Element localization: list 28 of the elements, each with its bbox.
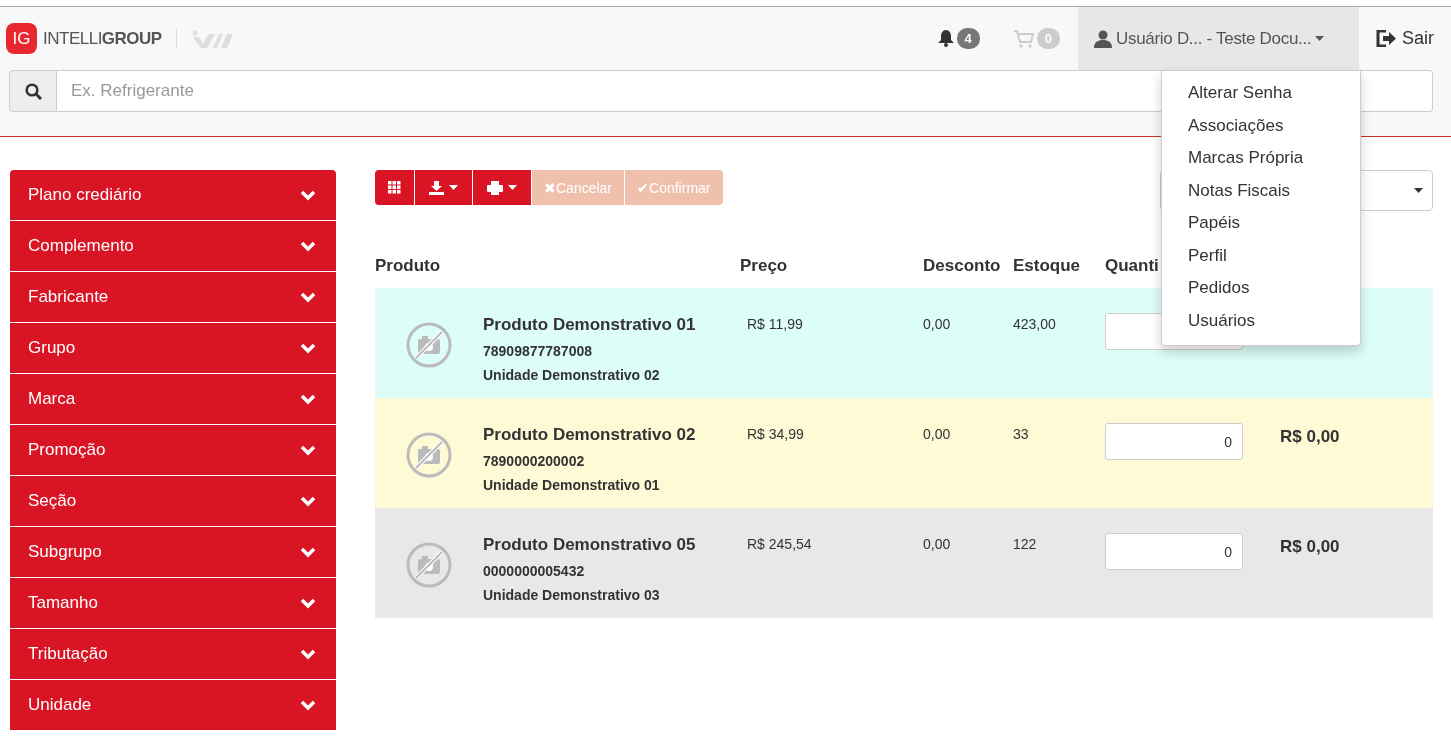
product-code: 0000000005432 — [483, 563, 586, 579]
product-code: 7890000200002 — [483, 453, 586, 469]
discount-cell: 0,00 — [923, 426, 951, 442]
product-unit: Unidade Demonstrativo 01 — [483, 477, 661, 493]
product-unit: Unidade Demonstrativo 02 — [483, 367, 661, 383]
product-name: Produto Demonstrativo 05 — [483, 535, 697, 555]
discount-cell: 0,00 — [923, 536, 951, 552]
total-cell: R$ 0,00 — [1280, 537, 1340, 556]
product-code: 78909877787008 — [483, 343, 593, 359]
price-cell: R$ 34,99 — [747, 426, 804, 442]
column-header: Produto — [375, 256, 442, 276]
product-name: Produto Demonstrativo 01 — [483, 315, 697, 335]
brand-name: INTELLIGROUP — [43, 28, 162, 49]
product-unit: Unidade Demonstrativo 03 — [483, 587, 661, 603]
column-header: Preço — [740, 256, 789, 276]
stock-cell: 423,00 — [1013, 316, 1056, 332]
notification-count: 4 — [956, 28, 980, 49]
price-cell: R$ 245,54 — [747, 536, 812, 552]
stock-cell: 33 — [1013, 426, 1029, 442]
price-cell: R$ 11,99 — [747, 316, 803, 332]
column-header: Estoque — [1013, 256, 1082, 276]
column-header: Quanti — [1105, 256, 1160, 276]
column-header: Desconto — [923, 256, 1002, 276]
logo-icon: IG — [6, 23, 37, 54]
total-cell: R$ 0,00 — [1280, 427, 1340, 446]
stock-cell: 122 — [1013, 536, 1037, 552]
product-name: Produto Demonstrativo 02 — [483, 425, 697, 445]
discount-cell: 0,00 — [923, 316, 951, 332]
